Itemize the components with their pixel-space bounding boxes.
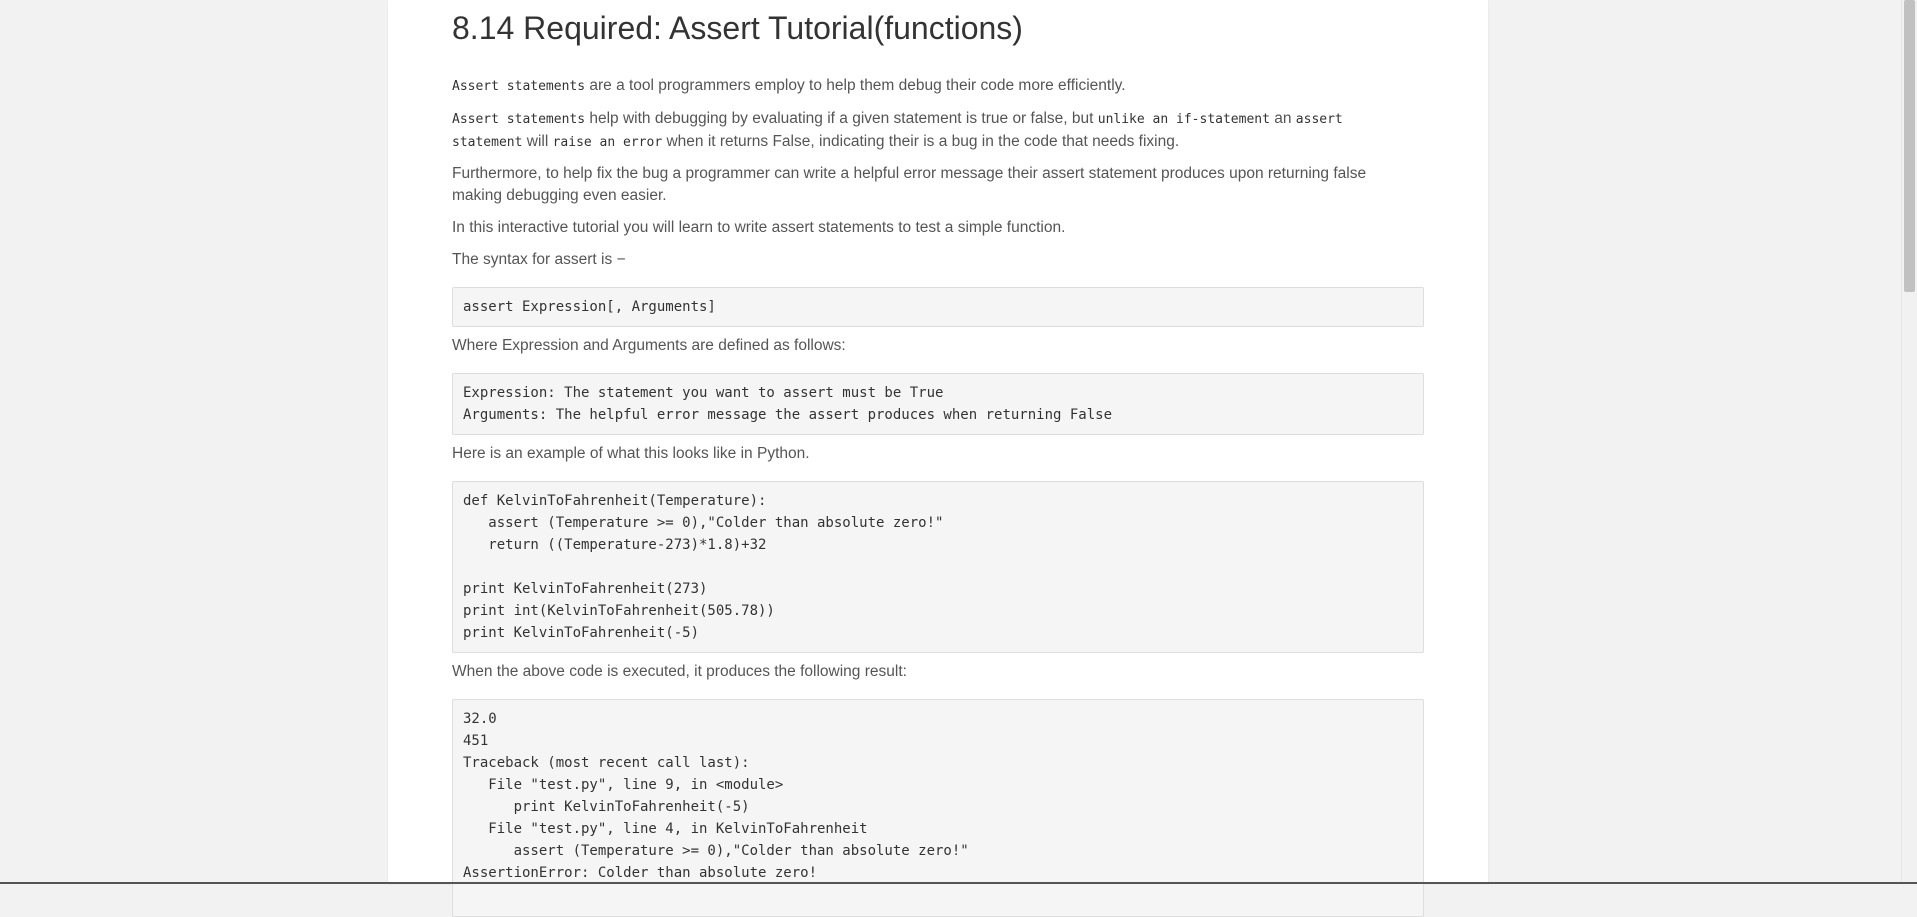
vertical-scrollbar[interactable] (1901, 0, 1917, 884)
definitions-intro-paragraph: Where Expression and Arguments are defin… (452, 335, 1412, 357)
debugging-text: help with debugging by evaluating if a g… (585, 110, 1098, 127)
syntax-intro-paragraph: The syntax for assert is − (452, 249, 1412, 271)
definitions-code-block: Expression: The statement you want to as… (452, 373, 1424, 435)
debugging-text: an (1270, 110, 1296, 127)
example-code-block: def KelvinToFahrenheit(Temperature): ass… (452, 481, 1424, 653)
result-intro-paragraph: When the above code is executed, it prod… (452, 661, 1412, 683)
page-container: 8.14 Required: Assert Tutorial(functions… (388, 0, 1488, 884)
example-intro-paragraph: Here is an example of what this looks li… (452, 443, 1412, 465)
inline-code-raise-error: raise an error (553, 135, 663, 150)
intro-text: are a tool programmers employ to help th… (585, 77, 1125, 94)
intro-paragraph: Assert statements are a tool programmers… (452, 75, 1412, 98)
debugging-paragraph: Assert statements help with debugging by… (452, 108, 1412, 154)
debugging-text: will (522, 133, 552, 150)
inline-code-assert-statements: Assert statements (452, 79, 585, 94)
error-message-paragraph: Furthermore, to help fix the bug a progr… (452, 163, 1412, 207)
page-title: 8.14 Required: Assert Tutorial(functions… (452, 10, 1023, 47)
syntax-code-block: assert Expression[, Arguments] (452, 287, 1424, 327)
debugging-text: when it returns False, indicating their … (662, 133, 1179, 150)
inline-code-unlike-if: unlike an if-statement (1098, 112, 1270, 127)
scrollbar-thumb[interactable] (1904, 0, 1915, 292)
tutorial-intro-paragraph: In this interactive tutorial you will le… (452, 217, 1412, 239)
result-code-block: 32.0 451 Traceback (most recent call las… (452, 699, 1424, 917)
inline-code-assert-statements: Assert statements (452, 112, 585, 127)
